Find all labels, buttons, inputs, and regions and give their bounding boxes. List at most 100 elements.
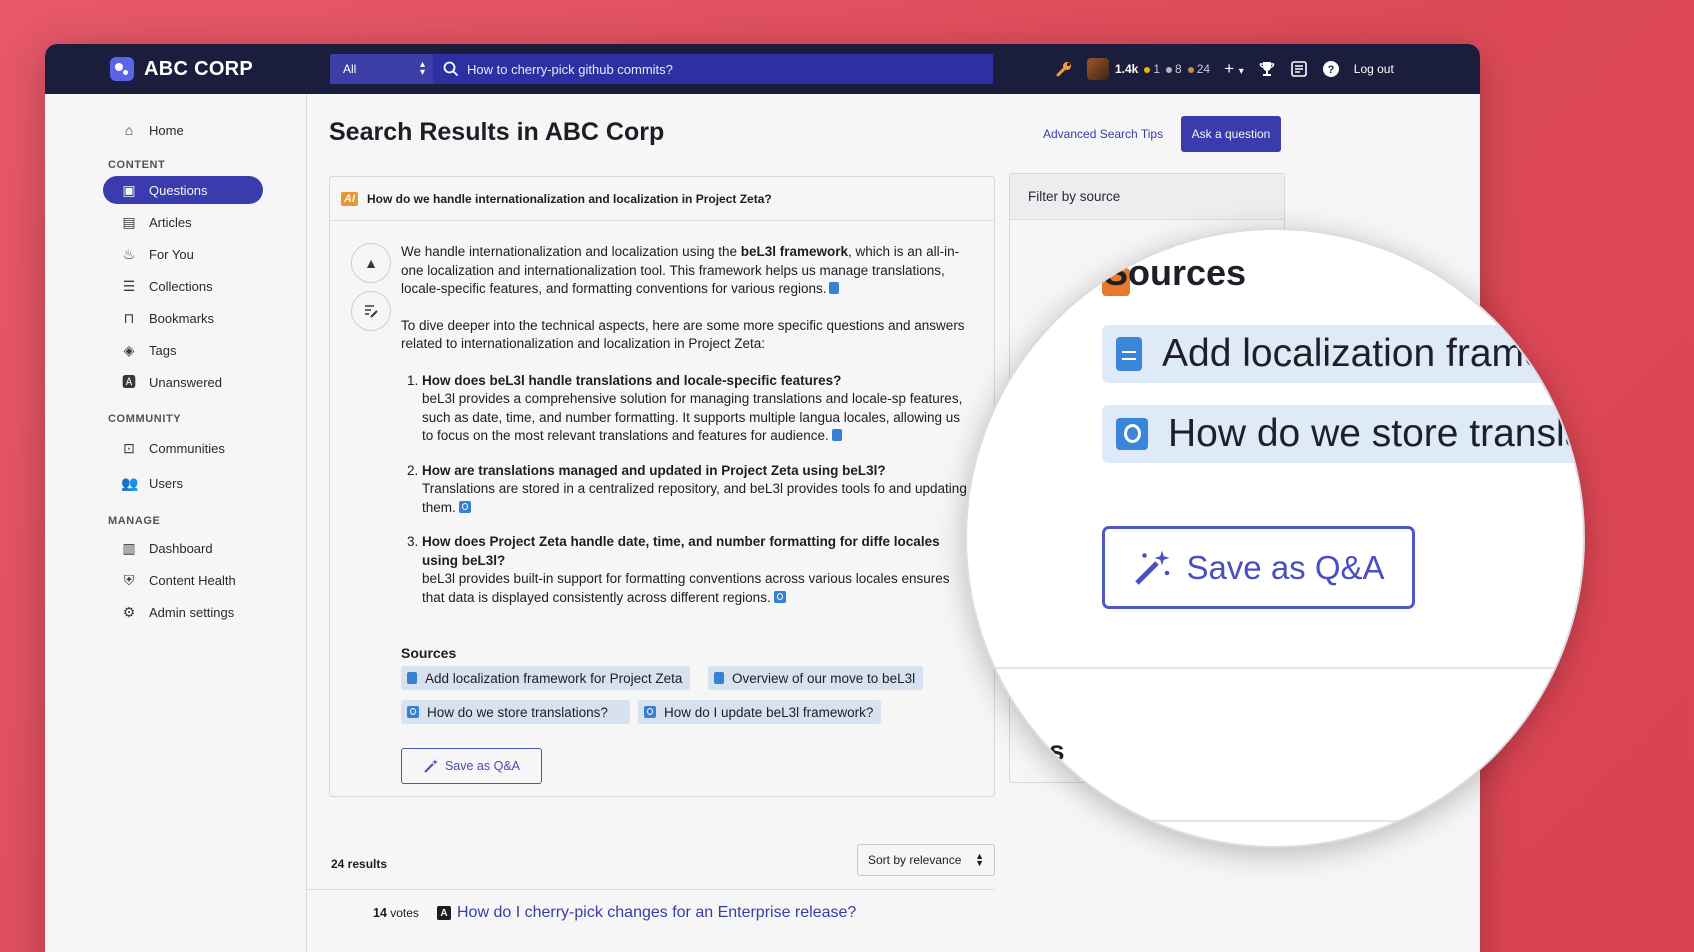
document-citation-icon[interactable] [831,429,842,441]
plus-dropdown-icon[interactable]: + ▾ [1224,59,1244,79]
magnified-source-chip[interactable]: Add localization frame [1102,325,1583,383]
sidebar-item-dashboard[interactable]: ▥ Dashboard [103,534,263,562]
sidebar-item-label: Collections [149,278,213,294]
answer-dive: To dive deeper into the technical aspect… [401,317,965,352]
source-chip[interactable]: How do we store translations? [401,700,630,724]
source-chip-label: How do we store translations? [427,704,608,720]
silver-badges: 8 [1166,62,1182,76]
magnified-save-label: Save as Q&A [1186,548,1385,586]
document-icon [714,672,724,684]
collections-icon: ☰ [122,277,136,294]
caret-up-icon: ▲ [364,255,378,271]
sidebar: ⌂ Home CONTENT ▣ Questions ▤ Articles ♨ For … [45,94,307,952]
question-citation-icon[interactable] [773,590,786,603]
source-chip[interactable]: Add localization framework for Project Z… [401,666,691,690]
ai-badge-icon: AI [341,191,358,206]
help-icon[interactable]: ? [1322,60,1340,78]
sidebar-item-for-you[interactable]: ♨ For You [103,240,263,268]
magnified-source-chip[interactable]: How do we store translati [1102,405,1585,463]
top-right-controls: 1.4k 1 8 24 + ▾ ? Log out [1055,44,1394,94]
qa-item: How does Project Zeta handle date, time,… [422,533,971,607]
answer-intro: We handle internationalization and local… [401,243,971,299]
sort-select[interactable]: Sort by relevance ▲ ▼ [857,844,995,876]
source-chip[interactable]: Overview of our move to beL3l [708,666,924,690]
sidebar-item-questions[interactable]: ▣ Questions [103,176,263,204]
bronze-badge-count: 24 [1196,62,1211,76]
article-icon: ▤ [122,213,136,230]
gold-badges: 1 [1144,62,1160,76]
search-scope-value: All [343,62,357,76]
sidebar-item-label: Tags [149,342,177,358]
question-citation-icon[interactable] [458,500,471,513]
magnified-save-as-qa-button[interactable]: Save as Q&A [1102,526,1415,609]
edit-answer-button[interactable] [351,291,391,331]
svg-text:?: ? [1327,64,1334,76]
brand-name: ABC CORP [144,57,254,80]
sidebar-item-label: Admin settings [149,604,235,620]
magnified-sources-heading: Sources [1104,252,1247,293]
qa-item: How does beL3l handle translations and l… [422,372,971,446]
sidebar-item-articles[interactable]: ▤ Articles [103,208,263,236]
dashboard-icon: ▥ [122,539,136,556]
qa-item: How are translations managed and updated… [422,462,971,518]
sidebar-item-label: Users [149,475,183,491]
sidebar-item-label: Articles [149,214,192,230]
search-bar: All ▴ ▾ [330,54,993,84]
updown-arrow-icon: ▴ ▾ [419,59,425,78]
result-title-link[interactable]: A How do I cherry-pick changes for an Ent… [437,904,856,922]
sidebar-item-users[interactable]: 👥 Users [103,469,263,497]
logout-link[interactable]: Log out [1354,62,1394,76]
advanced-search-tips-link[interactable]: Advanced Search Tips [1043,127,1163,141]
bronze-badge-icon [1187,67,1194,73]
magic-wand-icon [424,759,438,773]
sidebar-item-bookmarks[interactable]: ⊓ Bookmarks [103,304,263,332]
brand-logo-icon [110,57,134,81]
source-chip[interactable]: How do I update beL3l framework? [638,700,882,724]
qa-answer: beL3l provides built-in support for form… [422,571,950,605]
search-icon [443,61,459,77]
answer-intro-text: We handle internationalization and local… [401,244,741,259]
review-queue-icon[interactable] [1290,60,1308,78]
silver-badge-count: 8 [1175,62,1182,76]
gold-badge-icon [1144,67,1151,73]
sidebar-item-label: Communities [149,440,225,456]
magnified-text-fragment: s [1049,735,1065,766]
divider [307,889,995,890]
sidebar-item-home[interactable]: ⌂ Home [103,116,263,144]
ai-answer-card: AI How do we handle internationalization… [329,176,995,797]
search-scope-select[interactable]: All ▴ ▾ [330,54,433,84]
ask-question-button[interactable]: Ask a question [1181,116,1281,152]
sidebar-item-content-health[interactable]: ⛨ Content Health [103,566,263,594]
question-icon [1116,418,1148,450]
search-input[interactable] [467,61,962,77]
shield-icon: ⛨ [123,571,135,588]
gear-icon: ⚙ [122,603,136,620]
sidebar-item-label: Questions [149,182,208,198]
document-citation-icon[interactable] [829,282,840,294]
magic-wand-icon [1135,550,1170,585]
sort-select-value: Sort by relevance [868,853,962,867]
source-chip-label: Add localization framework for Project Z… [425,670,683,686]
wrench-icon[interactable] [1055,60,1073,78]
qa-list: How does beL3l handle translations and l… [401,372,971,608]
magnified-source-chip-label: How do we store translati [1168,412,1585,455]
edit-note-icon [365,305,378,318]
avatar[interactable] [1087,58,1109,80]
sidebar-item-admin-settings[interactable]: ⚙ Admin settings [103,598,263,626]
result-votes-label: votes [390,906,419,920]
sidebar-item-collections[interactable]: ☰ Collections [103,272,263,300]
save-as-qa-button[interactable]: Save as Q&A [401,748,542,784]
trophy-icon[interactable] [1258,60,1276,78]
sidebar-item-tags[interactable]: ◈ Tags [103,336,263,364]
sidebar-item-communities[interactable]: ⊡ Communities [103,434,263,462]
ai-answer-header: AI How do we handle internationalization… [330,177,994,221]
brand[interactable]: ABC CORP [110,57,253,81]
bronze-badges: 24 [1187,62,1211,76]
user-reputation[interactable]: 1.4k 1 8 24 [1087,58,1210,80]
sidebar-item-unanswered[interactable]: 🅰 Unanswered [103,368,263,396]
ai-question-title: How do we handle internationalization an… [367,191,772,206]
bookmark-icon: ⊓ [123,309,135,326]
communities-icon: ⊡ [123,439,135,456]
upvote-button[interactable]: ▲ [351,243,391,283]
qa-answer: Translations are stored in a centralized… [422,481,967,515]
